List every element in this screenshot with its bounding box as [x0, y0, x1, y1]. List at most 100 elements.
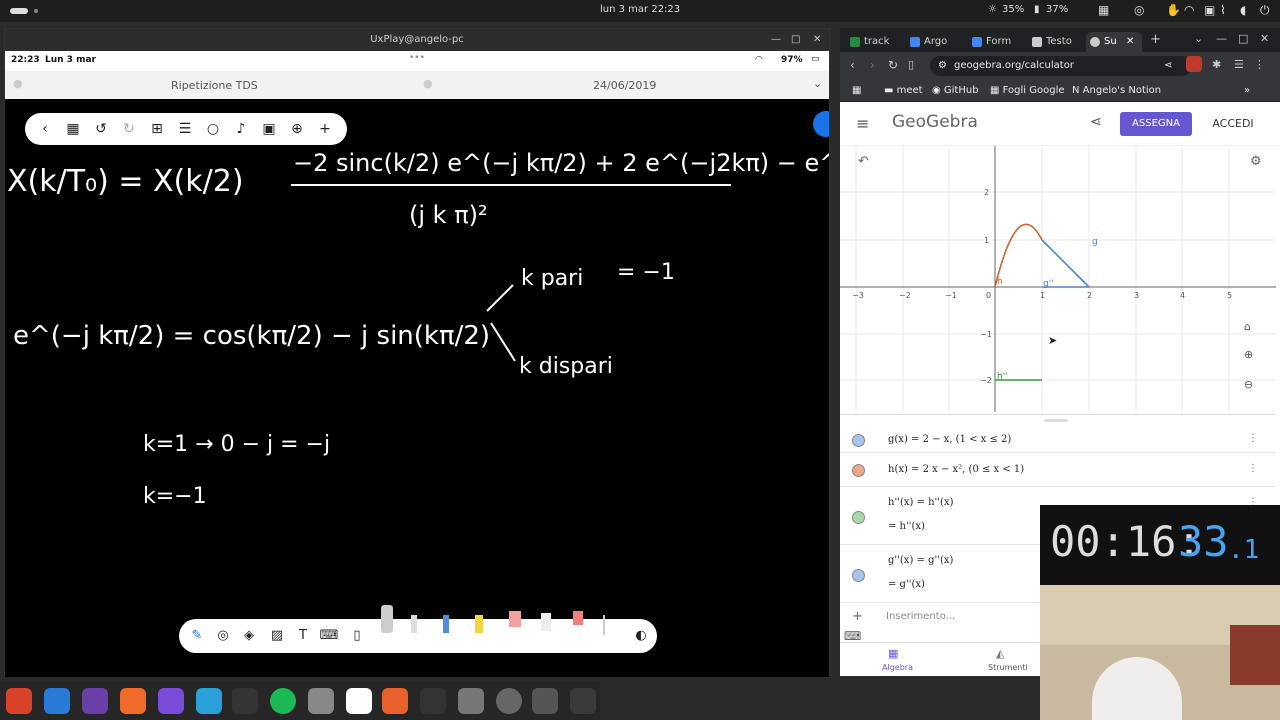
terminal-icon[interactable] [420, 688, 446, 714]
tab-testo[interactable]: Testo [1028, 32, 1088, 52]
shape-icon[interactable]: ◈ [239, 626, 259, 646]
extension-icon[interactable] [1186, 56, 1202, 72]
bookmark-fogli-google[interactable]: ▦ Fogli Google [990, 80, 1065, 102]
media-icon[interactable]: ▣ [259, 119, 279, 139]
close-tab-icon[interactable]: ✕ [1126, 32, 1134, 52]
close-icon[interactable]: ✕ [1260, 32, 1269, 45]
share-icon[interactable]: ⋖ [1090, 114, 1102, 130]
bookmark-github[interactable]: ◉ GitHub [932, 80, 979, 102]
login-button[interactable]: ACCEDI [1206, 112, 1260, 136]
tab-tools[interactable]: Strumenti [988, 663, 1028, 672]
address-bar[interactable]: ⚙ geogebra.org/calculator ⋖ [930, 56, 1192, 76]
network-icon[interactable]: ⌇ [1220, 3, 1226, 17]
doc-date[interactable]: 24/06/2019 [593, 79, 656, 92]
zoom-out-icon[interactable]: ⊖ [1244, 378, 1253, 391]
minimize-icon[interactable]: — [771, 29, 781, 51]
telegram-icon[interactable] [196, 688, 222, 714]
zoom-in-icon[interactable]: ⊕ [1244, 348, 1253, 361]
more-icon[interactable]: ⋮ [1248, 433, 1258, 444]
visibility-toggle[interactable] [852, 511, 865, 524]
input-field[interactable]: Inserimento... [886, 611, 955, 622]
layers-icon[interactable]: ☰ [175, 119, 195, 139]
undo-icon[interactable]: ↺ [91, 119, 111, 139]
extensions-icon[interactable]: ✱ [1212, 58, 1221, 71]
image-icon[interactable]: ▨ [267, 626, 287, 646]
reload-icon[interactable]: ↻ [888, 58, 898, 72]
book-icon[interactable]: ▯ [347, 626, 367, 646]
back-icon[interactable]: ‹ [35, 119, 55, 139]
thumbnails-icon[interactable]: ▦ [63, 119, 83, 139]
forward-icon[interactable]: › [870, 58, 875, 72]
share-icon[interactable]: ⋖ [1164, 56, 1172, 76]
new-tab-icon[interactable]: + [1150, 32, 1161, 47]
assign-button[interactable]: ASSEGNA [1120, 112, 1192, 136]
bookmark-meet[interactable]: ▬ meet [884, 80, 923, 102]
algebra-expression[interactable]: h(x) = 2 x − x², (0 ≤ x < 1) [888, 464, 1024, 475]
clock[interactable]: lun 3 mar 22:23 [600, 4, 680, 15]
chevron-down-icon[interactable]: ⌄ [813, 77, 822, 90]
highlighter-tool[interactable] [475, 615, 483, 633]
tape-tool[interactable] [573, 611, 583, 625]
tab-form[interactable]: Form [968, 32, 1028, 52]
drag-handle[interactable] [1044, 419, 1068, 422]
close-icon[interactable]: ✕ [813, 29, 821, 51]
menu-icon[interactable]: ⋮ [1254, 58, 1265, 71]
apps-icon[interactable]: ▦ [852, 80, 861, 102]
reading-list-icon[interactable]: ☰ [1234, 58, 1244, 71]
lasso-icon[interactable]: ◎ [213, 626, 233, 646]
gear-icon[interactable]: ⚙ [1250, 154, 1262, 169]
add-page-icon[interactable]: ⊞ [147, 119, 167, 139]
app-store-icon[interactable] [382, 688, 408, 714]
visibility-toggle[interactable] [852, 569, 865, 582]
multitask-dots[interactable]: ••• [409, 53, 425, 63]
eraser-tool[interactable] [509, 611, 521, 627]
keyboard-icon[interactable]: ⌨ [319, 626, 339, 646]
globe-icon[interactable]: ⊕ [287, 119, 307, 139]
text-icon[interactable]: T [293, 626, 313, 646]
algebra-row[interactable]: g(x) = 2 − x, (1 < x ≤ 2) ⋮ [840, 427, 1276, 453]
keyboard-icon[interactable]: ⌨ [844, 629, 861, 643]
site-info-icon[interactable]: ⚙ [938, 56, 947, 76]
bookmark-icon[interactable]: ▯ [908, 58, 914, 71]
redo-icon[interactable]: ↻ [119, 119, 139, 139]
postman-icon[interactable] [120, 688, 146, 714]
wifi-icon[interactable]: ◠ [1184, 3, 1194, 17]
algebra-expression[interactable]: g''(x) = g''(x) [888, 555, 953, 566]
disk-icon[interactable] [532, 688, 558, 714]
workspace-dot[interactable] [34, 9, 38, 13]
tab-algebra[interactable]: Algebra [882, 663, 913, 672]
more-bookmarks-icon[interactable]: » [1244, 80, 1250, 102]
home-icon[interactable]: ⌂ [1244, 320, 1251, 333]
obsidian-icon[interactable] [158, 688, 184, 714]
minimize-icon[interactable]: — [1216, 32, 1227, 45]
split-doc-icon[interactable]: ● [423, 77, 433, 90]
plus-icon[interactable]: + [315, 119, 335, 139]
algebra-expression[interactable]: g(x) = 2 − x, (1 < x ≤ 2) [888, 434, 1011, 445]
microphone-icon[interactable]: ♪ [231, 119, 251, 139]
hamburger-menu-icon[interactable]: ≡ [856, 114, 869, 133]
blue-pen-tool[interactable] [443, 615, 449, 633]
trash-icon[interactable] [570, 688, 596, 714]
tab-track[interactable]: track [846, 32, 900, 52]
power-icon[interactable]: ⏻ [1260, 3, 1270, 18]
bookmark-notion[interactable]: N Angelo's Notion [1072, 80, 1161, 102]
tray-app-icon[interactable]: ◎ [1134, 3, 1144, 17]
graphics-view[interactable]: −3 −2 −1 0 1 2 3 4 5 2 1 −1 −2 g h g'' h… [840, 146, 1276, 412]
files-icon[interactable] [308, 688, 334, 714]
algebra-expression[interactable]: h''(x) = h''(x) [888, 497, 954, 508]
brave-browser-icon[interactable] [6, 688, 32, 714]
maximize-icon[interactable]: □ [791, 29, 800, 51]
github-desktop-icon[interactable] [82, 688, 108, 714]
text-editor-icon[interactable] [346, 688, 372, 714]
visibility-toggle[interactable] [852, 434, 865, 447]
pen-icon[interactable]: ✎ [187, 626, 207, 646]
clock-app-icon[interactable] [496, 688, 522, 714]
close-doc-icon[interactable]: ● [13, 77, 23, 90]
back-icon[interactable]: ‹ [850, 58, 855, 72]
tab-active[interactable]: Su ✕ [1086, 32, 1142, 52]
tray-app-icon[interactable]: ▦ [1098, 3, 1109, 17]
obs-icon[interactable] [232, 688, 258, 714]
algebra-row[interactable]: h(x) = 2 x − x², (0 ≤ x < 1) ⋮ [840, 455, 1276, 487]
ruler-tool[interactable] [603, 615, 605, 635]
visibility-toggle[interactable] [852, 464, 865, 477]
